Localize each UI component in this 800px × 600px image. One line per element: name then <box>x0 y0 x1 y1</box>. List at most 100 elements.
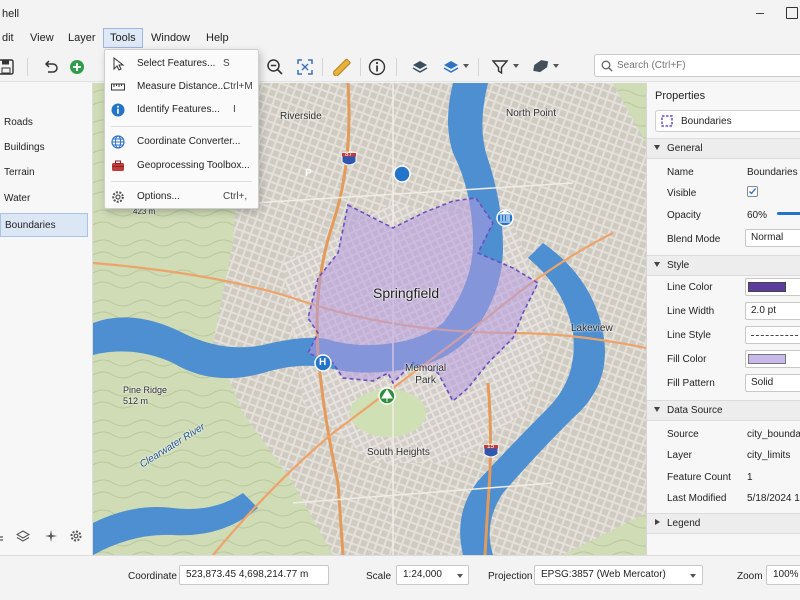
menu-edit[interactable]: dit <box>0 28 20 48</box>
menu-view[interactable]: View <box>24 28 60 48</box>
scale-select[interactable]: 1:24,000 <box>396 565 469 585</box>
source-label: Source <box>667 429 699 440</box>
menu-layer[interactable]: Layer <box>62 28 102 48</box>
menu-window[interactable]: Window <box>145 28 196 48</box>
menu-item-coordinate-converter[interactable]: Coordinate Converter... <box>105 131 258 153</box>
menu-item-geoprocessing-toolbox[interactable]: Geoprocessing Toolbox... <box>105 155 258 177</box>
label-i87: 87 <box>345 151 353 158</box>
name-value: Boundaries <box>747 167 798 178</box>
measure-button[interactable] <box>331 56 353 78</box>
blend-mode-select[interactable]: Normal <box>745 229 800 247</box>
visible-checkbox[interactable] <box>747 186 758 197</box>
chevron-down-icon <box>654 262 660 267</box>
app-title: hell <box>2 8 20 20</box>
save-button[interactable] <box>0 56 17 78</box>
search-box[interactable] <box>594 54 800 77</box>
section-legend[interactable]: Legend <box>647 513 800 534</box>
layers-button[interactable] <box>409 56 431 78</box>
line-color-swatch <box>748 282 786 292</box>
zoom-extent-icon <box>297 59 313 75</box>
zoom-out-button[interactable] <box>264 56 286 78</box>
stack-icon[interactable] <box>16 529 30 543</box>
tag-button[interactable] <box>529 56 551 78</box>
scale-label: Scale <box>366 571 392 582</box>
save-icon <box>0 59 14 75</box>
info-icon <box>111 103 125 117</box>
layer-label: Layer <box>667 450 693 461</box>
fill-pattern-select[interactable]: Solid <box>745 374 800 392</box>
section-data-source[interactable]: Data Source <box>647 400 800 421</box>
sparkle-icon[interactable] <box>44 529 58 543</box>
section-general[interactable]: General <box>647 138 800 159</box>
parking-icon: P <box>305 168 312 179</box>
identify-button[interactable] <box>366 56 388 78</box>
chevron-down-icon[interactable] <box>463 64 469 68</box>
menu-item-select-features[interactable]: Select Features... S <box>105 53 258 75</box>
ruler-icon <box>333 58 351 76</box>
maximize-button[interactable] <box>786 7 798 19</box>
label-south-heights: South Heights <box>367 447 430 458</box>
layer-item-water[interactable]: Water <box>0 187 88 211</box>
search-input[interactable] <box>617 55 797 76</box>
opacity-label: Opacity <box>667 210 701 221</box>
opacity-value: 60% <box>747 210 768 221</box>
line-style-select[interactable] <box>745 326 800 344</box>
menu-item-measure-distance[interactable]: Measure Distance... Ctrl+M <box>105 76 258 98</box>
gear-icon[interactable] <box>69 529 83 543</box>
info-icon <box>368 58 386 76</box>
fill-color-picker[interactable] <box>745 350 800 368</box>
properties-panel: Properties Boundaries General Name Bound… <box>646 83 800 555</box>
line-color-label: Line Color <box>667 282 713 293</box>
zoom-extent-button[interactable] <box>294 56 316 78</box>
feature-count-label: Feature Count <box>667 472 731 483</box>
source-value: city_boundaries <box>747 429 800 440</box>
add-icon <box>70 60 84 74</box>
park-tree-marker <box>378 387 396 405</box>
fill-color-swatch <box>748 354 786 364</box>
filter-button[interactable] <box>489 56 511 78</box>
layer-item-buildings[interactable]: Buildings <box>0 136 88 160</box>
blend-mode-label: Blend Mode <box>667 234 721 245</box>
label-riverside: Riverside <box>280 111 322 122</box>
menu-item-identify-features[interactable]: Identify Features... I <box>105 99 258 121</box>
filter-icon <box>491 60 509 75</box>
undo-button[interactable] <box>40 56 62 78</box>
checkmark-icon <box>749 188 757 195</box>
chevron-down-icon[interactable] <box>553 64 559 68</box>
hospital-icon: H <box>319 357 327 368</box>
menu-item-options[interactable]: Options... Ctrl+, <box>105 186 258 208</box>
museum-marker <box>496 209 514 227</box>
collapse-icon[interactable] <box>0 531 6 545</box>
menu-help[interactable]: Help <box>200 28 235 48</box>
projection-select[interactable]: EPSG:3857 (Web Mercator) <box>534 565 703 585</box>
zoom-input[interactable]: 100% <box>766 565 800 585</box>
layer-item-terrain[interactable]: Terrain <box>0 161 88 185</box>
layer-style-button[interactable] <box>440 56 462 78</box>
gear-icon <box>112 191 124 203</box>
last-modified-label: Last Modified <box>667 493 727 504</box>
chevron-down-icon <box>457 574 463 578</box>
zoom-out-icon <box>267 59 283 75</box>
line-color-picker[interactable] <box>745 278 800 296</box>
properties-layer-selector[interactable]: Boundaries <box>655 110 800 132</box>
label-i15: 15 <box>487 443 495 450</box>
dashed-line-preview <box>751 335 800 336</box>
line-width-label: Line Width <box>667 306 715 317</box>
minimize-button[interactable]: – <box>752 5 768 22</box>
section-style[interactable]: Style <box>647 255 800 276</box>
ruler-icon <box>111 83 125 91</box>
zoom-label: Zoom <box>737 571 763 582</box>
undo-icon <box>44 60 58 73</box>
layer-item-roads[interactable]: Roads <box>0 111 88 135</box>
layer-item-boundaries[interactable]: Boundaries <box>0 213 88 237</box>
opacity-slider[interactable] <box>777 212 800 215</box>
chevron-down-icon[interactable] <box>513 64 519 68</box>
visible-label: Visible <box>667 188 697 199</box>
projection-label: Projection <box>488 571 533 582</box>
add-button[interactable] <box>66 56 88 78</box>
properties-title: Properties <box>655 90 706 102</box>
menu-tools[interactable]: Tools <box>103 28 143 48</box>
properties-layer-name: Boundaries <box>681 116 732 127</box>
line-width-input[interactable]: 2.0 pt <box>745 302 800 320</box>
fill-color-label: Fill Color <box>667 354 707 365</box>
